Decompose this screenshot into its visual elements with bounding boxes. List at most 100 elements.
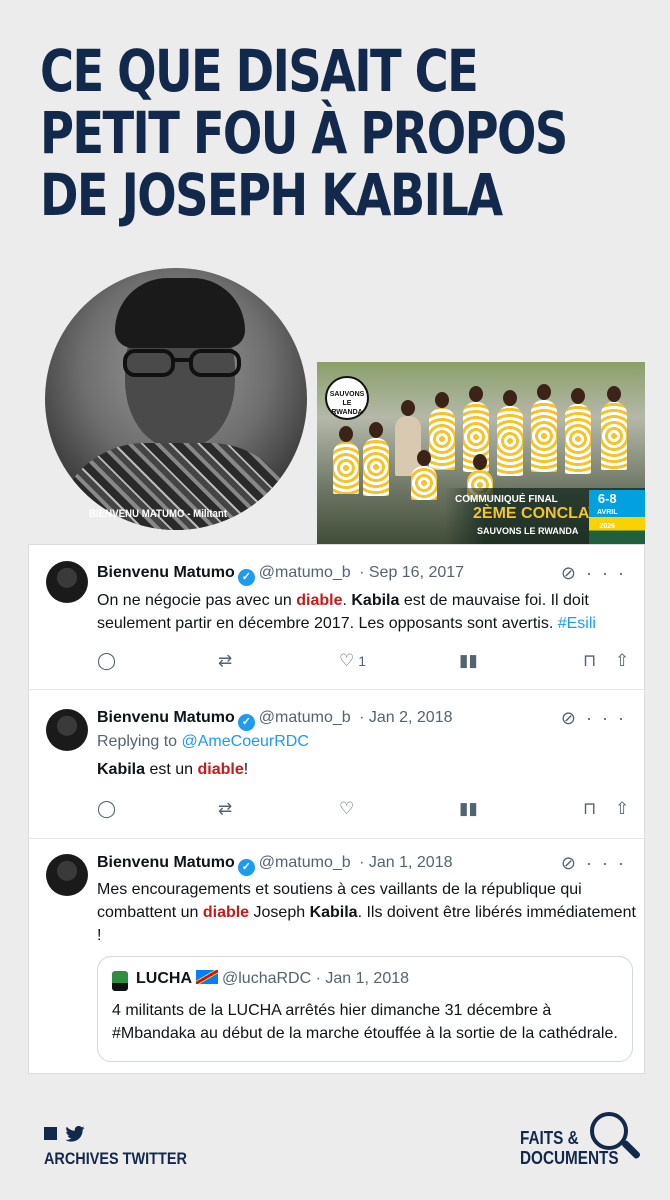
group-photo: SAUVONS LE RWANDA COMMUNIQUÉ FINAL 2ÈME … [317,362,645,548]
portrait-caption: BIENVENU MATUMO - Militant [89,508,228,520]
banner-date-year: 2026 [599,523,616,530]
heart-icon[interactable]: ♡ [339,799,354,819]
share-icon[interactable]: ⇧ [615,799,629,819]
author-name[interactable]: Bienvenu Matumo [97,854,235,871]
verified-icon: ✓ [237,859,255,876]
grok-icon[interactable]: ⊘ [561,708,586,728]
person-head [435,392,449,408]
quoted-author-handle[interactable]: @luchaRDC [222,970,311,987]
text-part: On ne négocie pas avec un [97,592,297,609]
headline-line-1: CE QUE DISAIT CE [40,37,479,105]
text-part: Joseph [249,904,310,921]
more-icon[interactable]: ··· [586,708,634,728]
banner-date-days: 6-8 [597,491,617,506]
person [411,466,437,500]
retweet-icon[interactable]: ⇄ [218,651,232,671]
reply-icon[interactable]: ◯ [97,799,116,819]
footer-icons [44,1125,212,1145]
reply-icon[interactable]: ◯ [97,651,116,671]
person [333,442,359,494]
headline-line-2: PETIT FOU À PROPOS [40,99,568,167]
person [531,400,557,472]
banner-line-3: SAUVONS LE RWANDA [477,526,579,536]
person-head [401,400,415,416]
tweet-text: Mes encouragements et soutiens à ces vai… [97,878,637,947]
sauvons-le-rwanda-logo: SAUVONS LE RWANDA [325,376,369,420]
headline: CE QUE DISAIT CE PETIT FOU À PROPOS DE J… [40,37,568,229]
tweet-header: Bienvenu Matumo ✓ @matumo_b · Jan 1, 2018 [97,854,453,876]
more-icon[interactable]: ··· [586,563,634,583]
tweet-actions: ◯ ⇄ ♡ ▮▮ ⊓ ⇧ [97,799,637,821]
highlight-word: Kabila [351,592,400,609]
verified-icon: ✓ [237,569,255,586]
author-handle[interactable]: @matumo_b [259,854,351,871]
person-head [417,450,431,466]
person-head [503,390,517,406]
tweet[interactable]: Bienvenu Matumo ✓ @matumo_b · Sep 16, 2017… [29,545,646,690]
author-name[interactable]: Bienvenu Matumo [97,709,235,726]
retweet-icon[interactable]: ⇄ [218,799,232,819]
replying-to: Replying to @AmeCoeurRDC [97,733,309,751]
author-name[interactable]: Bienvenu Matumo [97,564,235,581]
tweet-text: Kabila est un diable! [97,758,637,781]
tweet-text: On ne négocie pas avec un diable. Kabila… [97,589,637,635]
person-head [339,426,353,442]
tweet-date[interactable]: · Jan 2, 2018 [359,709,452,726]
avatar[interactable] [46,854,88,896]
person-head [469,386,483,402]
tweet-top-icons: ⊘··· [561,853,634,874]
footer-archives-label: ARCHIVES TWITTER [44,1149,187,1168]
person-head [369,422,383,438]
person-head [537,384,551,400]
tweet-date[interactable]: · Sep 16, 2017 [359,564,464,581]
twitter-bird-icon [65,1125,85,1142]
tweet-actions: ◯ ⇄ ♡ 1 ▮▮ ⊓ ⇧ [97,651,637,673]
tweet-top-icons: ⊘··· [561,708,634,729]
highlight-word: Kabila [309,904,358,921]
hashtag-link[interactable]: #Esili [558,615,596,632]
more-icon[interactable]: ··· [586,853,634,873]
views-icon[interactable]: ▮▮ [459,651,478,671]
person-head [571,388,585,404]
tweet-date[interactable]: · Jan 1, 2018 [359,854,452,871]
quoted-author-name[interactable]: LUCHA [136,970,192,987]
share-icon[interactable]: ⇧ [615,651,629,671]
tweet-top-icons: ⊘··· [561,563,634,584]
avatar[interactable] [46,709,88,751]
glasses-icon [123,349,241,377]
tweet-header: Bienvenu Matumo ✓ @matumo_b · Sep 16, 2017 [97,564,464,586]
banner-date: 6-8 AVRIL 2026 [597,492,617,534]
tweets-panel: Bienvenu Matumo ✓ @matumo_b · Sep 16, 2017… [28,544,646,1075]
verified-icon: ✓ [237,714,255,731]
bookmark-icon[interactable]: ⊓ [583,651,596,671]
footer-brand-line-2: DOCUMENTS [520,1148,619,1168]
heart-icon: ♡ [339,651,355,670]
grok-icon[interactable]: ⊘ [561,853,586,873]
footer-archives: ARCHIVES TWITTER [44,1125,212,1169]
person [429,408,455,470]
author-handle[interactable]: @matumo_b [259,709,351,726]
bookmark-icon[interactable]: ⊓ [583,799,596,819]
views-icon[interactable]: ▮▮ [459,799,478,819]
person [363,438,389,496]
quoted-tweet[interactable]: LUCHA @luchaRDC · Jan 1, 2018 4 militants… [97,956,633,1062]
like-count: 1 [358,653,367,669]
banner-line-1: COMMUNIQUÉ FINAL [455,494,558,505]
banner-date-month: AVRIL [597,509,618,516]
highlight-word: diable [202,904,250,921]
grok-icon[interactable]: ⊘ [561,563,586,583]
headline-line-3: DE JOSEPH KABILA [40,161,503,229]
author-handle[interactable]: @matumo_b [259,564,351,581]
text-part: ! [243,761,249,778]
person [497,406,523,476]
like-button[interactable]: ♡ 1 [339,651,366,671]
person [601,402,627,470]
magnifier-handle-icon [620,1139,642,1160]
tweet[interactable]: Bienvenu Matumo ✓ @matumo_b · Jan 1, 2018 … [29,840,646,1075]
quoted-tweet-date[interactable]: · Jan 1, 2018 [316,970,409,987]
avatar[interactable] [46,561,88,603]
replying-handle-link[interactable]: @AmeCoeurRDC [182,733,309,750]
tweet[interactable]: Bienvenu Matumo ✓ @matumo_b · Jan 2, 2018 … [29,691,646,839]
portrait-hair [115,278,245,348]
person-head [607,386,621,402]
